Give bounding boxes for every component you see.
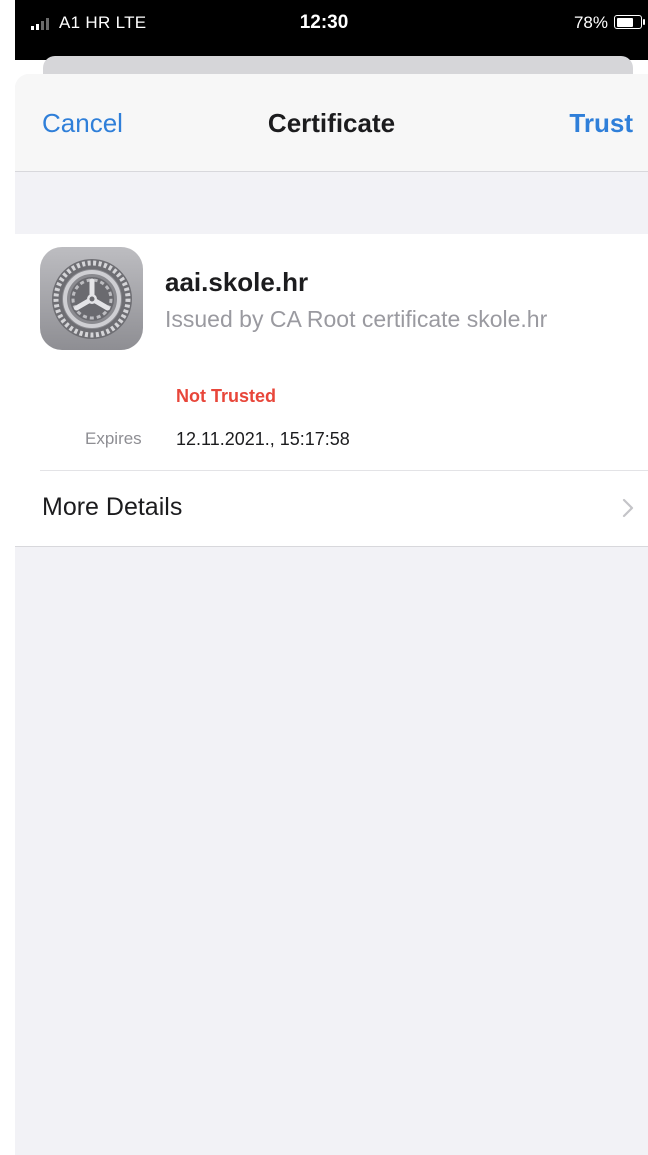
trust-button[interactable]: Trust <box>569 108 633 139</box>
more-details-row[interactable]: More Details <box>15 471 648 546</box>
expires-label: Expires <box>85 429 142 448</box>
battery-fill <box>616 17 633 27</box>
clock: 12:30 <box>299 12 349 33</box>
certificate-sheet: Cancel Certificate Trust aai.skole.hr Is… <box>15 74 648 1155</box>
certificate-issuer: Issued by CA Root certificate skole.hr <box>165 306 548 332</box>
chevron-right-icon <box>622 498 634 518</box>
battery-percent: 78% <box>573 13 608 32</box>
phone-screen: A1 HR LTE 12:30 78% Cancel Certificate T… <box>0 0 648 1155</box>
expires-value: 12.11.2021., 15:17:58 <box>176 429 350 449</box>
more-details-label: More Details <box>42 493 183 521</box>
certificate-name: aai.skole.hr <box>165 267 309 297</box>
battery-icon <box>614 15 645 29</box>
card-bottom-divider <box>15 546 648 547</box>
page-title: Certificate <box>267 108 396 138</box>
navigation-bar: Cancel Certificate Trust <box>15 74 648 172</box>
status-bar: A1 HR LTE 12:30 78% <box>15 0 648 60</box>
settings-gear-icon <box>40 247 143 350</box>
trust-status: Not Trusted <box>176 386 277 406</box>
certificate-card: aai.skole.hr Issued by CA Root certifica… <box>15 234 648 546</box>
gear-icon <box>51 258 132 339</box>
